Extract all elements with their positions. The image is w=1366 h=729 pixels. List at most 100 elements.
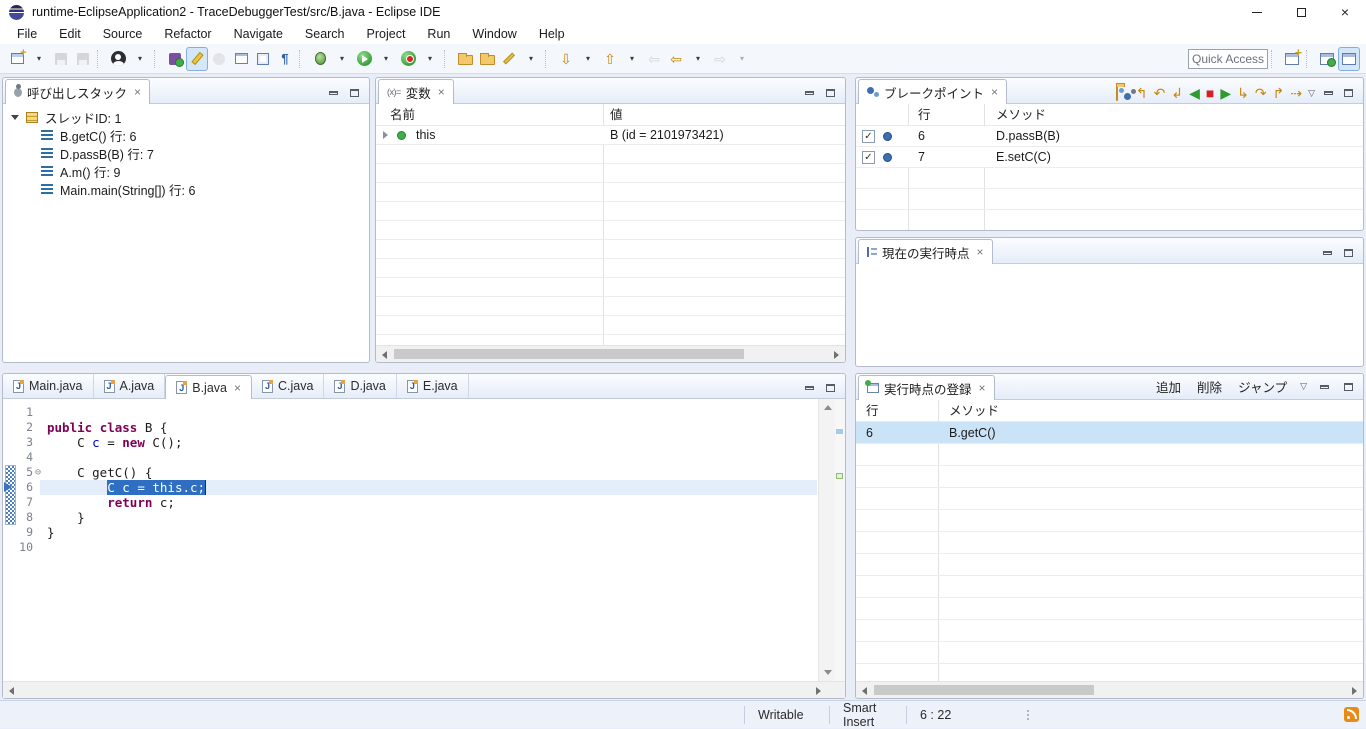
menu-refactor[interactable]: Refactor — [153, 24, 222, 44]
jump-button[interactable]: ジャンプ — [1235, 377, 1290, 396]
editor-tab-c-java[interactable]: J C.java — [252, 374, 324, 398]
add-button[interactable]: 追加 — [1153, 377, 1184, 396]
stack-frame-row[interactable]: B.getC() 行: 6 — [3, 126, 369, 144]
code-editor[interactable]: 1 2public class B { 3 C c = new C(); 4 5… — [3, 399, 845, 681]
editor-tab-b-java[interactable]: J B.java × — [165, 375, 252, 399]
registration-hscrollbar[interactable] — [856, 681, 1363, 698]
scrollbar-thumb[interactable] — [394, 349, 744, 359]
debug-dropdown[interactable]: ▾ — [331, 47, 353, 71]
registered-point-row[interactable]: 6 B.getC() — [856, 422, 1363, 444]
maximize-view-button[interactable] — [1341, 86, 1355, 100]
forward-dropdown[interactable]: ▾ — [731, 47, 753, 71]
maximize-view-button[interactable] — [823, 381, 837, 395]
column-header-method[interactable]: メソッド — [996, 104, 1046, 126]
scroll-left-icon[interactable] — [382, 351, 387, 359]
scroll-right-icon[interactable] — [1352, 687, 1357, 695]
maximize-view-button[interactable] — [823, 86, 837, 100]
scroll-down-icon[interactable] — [824, 670, 832, 675]
open-trace-folder-button[interactable] — [1116, 86, 1118, 100]
new-wizard-dropdown[interactable]: ▾ — [28, 47, 50, 71]
back-button[interactable]: ⇦ — [665, 47, 687, 71]
insert-mode-status[interactable]: Smart Insert — [830, 701, 906, 729]
code-line[interactable]: 9} — [3, 525, 817, 540]
account-button[interactable] — [107, 47, 129, 71]
step-filter-button[interactable] — [208, 47, 230, 71]
expand-icon[interactable] — [383, 131, 388, 139]
current-line-marker[interactable] — [836, 429, 843, 434]
window-maximize-button[interactable] — [1280, 0, 1322, 24]
line-number[interactable]: 1 — [3, 405, 33, 420]
scroll-up-icon[interactable] — [824, 405, 832, 410]
minimize-view-button[interactable] — [802, 381, 816, 395]
save-all-button[interactable] — [72, 47, 94, 71]
editor-tab-main-java[interactable]: J Main.java — [3, 374, 94, 398]
code-line[interactable]: 3 C c = new C(); — [3, 435, 817, 450]
last-edit-location-button[interactable]: ⇦ — [643, 47, 665, 71]
view-menu-button[interactable]: ▽ — [1308, 88, 1315, 99]
menu-window[interactable]: Window — [461, 24, 527, 44]
show-whitespace-button[interactable]: ¶ — [274, 47, 296, 71]
code-line[interactable]: 1 — [3, 405, 817, 420]
usage-report-icon[interactable] — [1344, 707, 1359, 722]
view-tab-variables[interactable]: (x)= 変数 × — [378, 79, 454, 104]
marker-tool-dropdown[interactable]: ▾ — [520, 47, 542, 71]
view-tab-call-stack[interactable]: 呼び出しスタック × — [5, 79, 150, 104]
open-folder-button[interactable] — [476, 47, 498, 71]
close-icon[interactable]: × — [234, 381, 241, 395]
scroll-right-icon[interactable] — [816, 687, 821, 695]
run-dropdown[interactable]: ▾ — [375, 47, 397, 71]
delete-button[interactable]: 削除 — [1194, 377, 1225, 396]
debug-button[interactable] — [309, 47, 331, 71]
forward-button[interactable]: ⇨ — [709, 47, 731, 71]
line-number[interactable]: 8 — [3, 510, 33, 525]
variable-row-this[interactable]: this B (id = 2101973421) — [376, 126, 845, 145]
account-dropdown[interactable]: ▾ — [129, 47, 151, 71]
next-annotation-button[interactable]: ⇩ — [555, 47, 577, 71]
breakpoint-checkbox[interactable]: ✓ — [862, 151, 875, 164]
line-number[interactable]: 10 — [3, 540, 33, 555]
close-icon[interactable]: × — [438, 85, 445, 99]
open-trace-button[interactable] — [454, 47, 476, 71]
code-line-current[interactable]: 6 C c = this.c; — [3, 480, 817, 495]
java-perspective-button[interactable] — [1316, 47, 1338, 71]
window-close-button[interactable]: × — [1324, 0, 1366, 24]
menu-file[interactable]: File — [6, 24, 48, 44]
open-view-button[interactable] — [230, 47, 252, 71]
editor-tab-e-java[interactable]: J E.java — [397, 374, 469, 398]
minimize-view-button[interactable] — [1321, 86, 1335, 100]
step-back-return-button[interactable]: ↲ — [1171, 86, 1183, 100]
code-line[interactable]: 8 } — [3, 510, 817, 525]
maximize-view-button[interactable] — [347, 86, 361, 100]
scroll-left-icon[interactable] — [9, 687, 14, 695]
menu-project[interactable]: Project — [356, 24, 417, 44]
new-wizard-button[interactable] — [6, 47, 28, 71]
breakpoint-row[interactable]: ✓ 7 E.setC(C) — [856, 147, 1363, 168]
editor-tab-d-java[interactable]: J D.java — [324, 374, 396, 398]
line-number[interactable]: 9 — [3, 525, 33, 540]
editor-hscrollbar[interactable] — [3, 681, 845, 698]
resume-button[interactable]: ▶ — [1220, 86, 1231, 100]
menu-run[interactable]: Run — [416, 24, 461, 44]
occurrence-marker[interactable] — [836, 473, 843, 479]
minimize-view-button[interactable] — [1320, 246, 1334, 260]
step-back-over-button[interactable]: ↶ — [1154, 86, 1166, 100]
column-header-value[interactable]: 値 — [610, 104, 623, 126]
breakpoint-row[interactable]: ✓ 6 D.passB(B) — [856, 126, 1363, 147]
column-header-line[interactable]: 行 — [866, 400, 879, 422]
back-dropdown[interactable]: ▾ — [687, 47, 709, 71]
current-point-content[interactable] — [856, 264, 1363, 366]
menu-search[interactable]: Search — [294, 24, 356, 44]
line-number[interactable]: 2 — [3, 420, 33, 435]
column-header-line[interactable]: 行 — [918, 104, 931, 126]
scroll-right-icon[interactable] — [834, 351, 839, 359]
window-minimize-button[interactable] — [1236, 0, 1278, 24]
view-menu-button[interactable]: ▽ — [1300, 381, 1307, 392]
menu-edit[interactable]: Edit — [48, 24, 92, 44]
run-to-line-button[interactable]: ⇢ — [1290, 86, 1302, 100]
column-header-method[interactable]: メソッド — [949, 400, 999, 422]
line-number[interactable]: 3 — [3, 435, 33, 450]
close-icon[interactable]: × — [991, 85, 998, 99]
debug-perspective-button[interactable] — [1338, 47, 1360, 71]
maximize-view-button[interactable] — [1341, 380, 1355, 394]
minimize-view-button[interactable] — [326, 86, 340, 100]
